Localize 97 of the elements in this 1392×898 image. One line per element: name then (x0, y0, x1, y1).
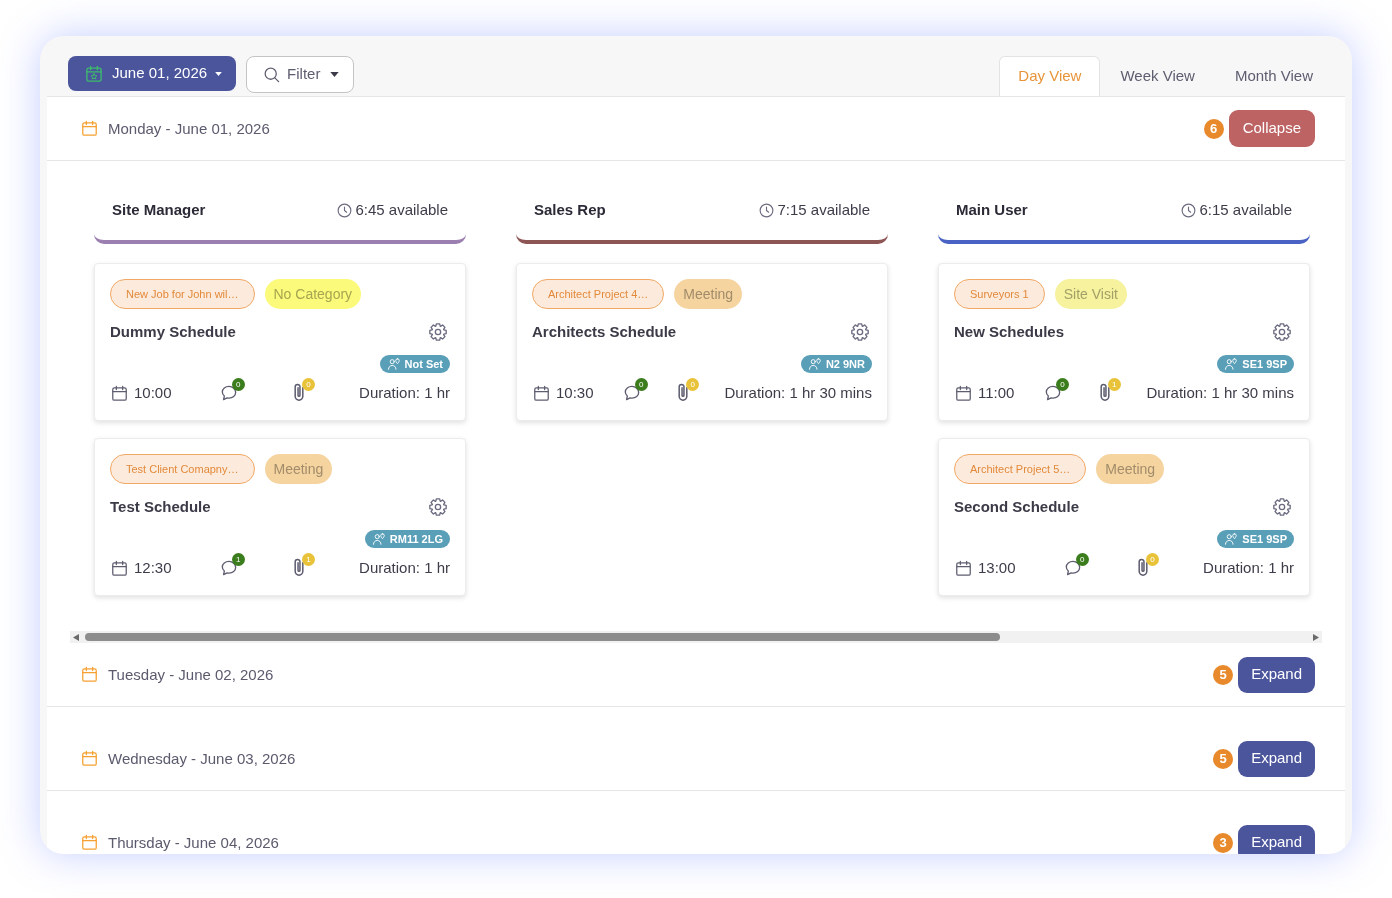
count-badge: 5 (1213, 748, 1234, 769)
calendar-star-icon (84, 63, 104, 84)
availability-text: 6:45 available (355, 200, 448, 221)
duration-text: Duration: 1 hr (1203, 557, 1294, 578)
calendar-icon (80, 665, 99, 684)
calendar-icon (80, 119, 99, 138)
staff-name: Main User (956, 200, 1028, 221)
expand-button[interactable]: Expand (1238, 740, 1315, 777)
schedule-title: New Schedules (954, 321, 1065, 342)
scroll-right-arrow-icon[interactable] (1313, 633, 1319, 641)
search-icon (262, 65, 282, 84)
day-heading: Tuesday - June 02, 2026 (108, 667, 274, 682)
job-tag: Architect Project 5… (954, 454, 1087, 484)
category-tag: Site Visit (1054, 279, 1127, 309)
horizontal-scrollbar[interactable] (70, 631, 1322, 643)
schedule-time: 10:00 (134, 382, 172, 403)
view-tab[interactable]: Month View (1214, 56, 1333, 96)
category-tag: No Category (264, 279, 362, 309)
location-text: RM11 2LG (389, 531, 443, 547)
scroll-left-arrow-icon[interactable] (73, 633, 79, 641)
calendar-icon (954, 383, 973, 403)
schedule-card[interactable]: Architect Project 4… Meeting Architects Schedule N2 9NR 10:30 0 0 Duration: 1 hr 30 mins (516, 263, 888, 421)
schedule-card[interactable]: New Job for John wil… No Category Dummy Schedule Not Set 10:00 0 0 Duration: 1 hr (94, 263, 466, 421)
clock-icon (758, 202, 776, 219)
comment-count-badge: 0 (231, 378, 245, 391)
schedule-card[interactable]: Architect Project 5… Meeting Second Schedule SE1 9SP 13:00 0 0 Duration: 1 hr (938, 438, 1310, 596)
staff-name: Site Manager (112, 200, 206, 221)
schedule-card[interactable]: Surveyors 1 Site Visit New Schedules SE1 9SP 11:00 0 1 Duration: 1 hr 30 mins (938, 263, 1310, 421)
availability-text: 6:15 available (1199, 200, 1292, 221)
comment-count-badge: 1 (231, 553, 245, 566)
filter-button[interactable]: Filter (246, 56, 355, 93)
settings-icon[interactable] (850, 322, 870, 342)
count-badge: 6 (1203, 118, 1224, 139)
expand-button[interactable]: Expand (1238, 824, 1315, 854)
count-badge: 5 (1213, 664, 1234, 685)
calendar-icon (110, 558, 129, 578)
calendar-icon (80, 749, 99, 768)
availability-text: 7:15 available (777, 200, 870, 221)
job-tag: Architect Project 4… (532, 279, 665, 309)
duration-text: Duration: 1 hr (359, 557, 450, 578)
person-pin-icon (807, 357, 822, 371)
job-tag: Test Client Comapny… (110, 454, 255, 484)
clock-icon (336, 202, 354, 219)
duration-text: Duration: 1 hr (359, 382, 450, 403)
comment-count-badge: 0 (634, 378, 648, 391)
person-pin-icon (1224, 532, 1239, 546)
view-tab[interactable]: Week View (1100, 56, 1215, 96)
category-tag: Meeting (264, 454, 333, 484)
day-heading: Thursday - June 04, 2026 (108, 835, 279, 850)
schedule-time: 12:30 (134, 557, 172, 578)
caret-down-icon (330, 72, 340, 77)
attachment-count-badge: 0 (686, 378, 700, 391)
location-text: Not Set (404, 356, 443, 372)
caret-down-icon (215, 71, 223, 76)
schedule-time: 11:00 (978, 382, 1015, 403)
schedule-title: Test Schedule (110, 496, 211, 517)
person-pin-icon (1224, 357, 1239, 371)
comment-count-badge: 0 (1075, 553, 1089, 566)
scrollbar-thumb[interactable] (85, 633, 1000, 641)
schedule-card[interactable]: Test Client Comapny… Meeting Test Schedule RM11 2LG 12:30 1 1 Duration: 1 hr (94, 438, 466, 596)
calendar-icon (80, 833, 99, 852)
schedule-title: Dummy Schedule (110, 321, 236, 342)
count-badge: 3 (1213, 832, 1234, 853)
day-heading: Monday - June 01, 2026 (108, 121, 270, 136)
duration-text: Duration: 1 hr 30 mins (724, 382, 872, 403)
location-text: SE1 9SP (1242, 356, 1287, 372)
calendar-icon (954, 558, 973, 578)
date-picker-button[interactable]: June 01, 2026 (68, 56, 237, 91)
job-tag: New Job for John wil… (110, 279, 255, 309)
category-tag: Meeting (674, 279, 743, 309)
schedule-title: Architects Schedule (532, 321, 677, 342)
settings-icon[interactable] (428, 322, 448, 342)
day-heading: Wednesday - June 03, 2026 (108, 751, 296, 766)
category-tag: Meeting (1096, 454, 1165, 484)
expand-button[interactable]: Expand (1238, 656, 1315, 693)
person-pin-icon (386, 357, 401, 371)
schedule-time: 13:00 (978, 557, 1016, 578)
calendar-icon (532, 383, 551, 403)
settings-icon[interactable] (428, 497, 448, 517)
duration-text: Duration: 1 hr 30 mins (1146, 382, 1294, 403)
location-text: SE1 9SP (1242, 531, 1287, 547)
clock-icon (1180, 202, 1198, 219)
attachment-count-badge: 0 (1145, 553, 1159, 566)
schedule-title: Second Schedule (954, 496, 1080, 517)
settings-icon[interactable] (1272, 497, 1292, 517)
attachment-count-badge: 1 (1107, 378, 1121, 391)
comment-count-badge: 0 (1056, 378, 1070, 391)
person-pin-icon (371, 532, 386, 546)
job-tag: Surveyors 1 (954, 279, 1045, 309)
settings-icon[interactable] (1272, 322, 1292, 342)
attachment-count-badge: 1 (301, 553, 315, 566)
collapse-button[interactable]: Collapse (1228, 110, 1315, 147)
schedule-time: 10:30 (556, 382, 594, 403)
attachment-count-badge: 0 (301, 378, 315, 391)
staff-name: Sales Rep (534, 200, 606, 221)
location-text: N2 9NR (825, 356, 865, 372)
calendar-icon (110, 383, 129, 403)
